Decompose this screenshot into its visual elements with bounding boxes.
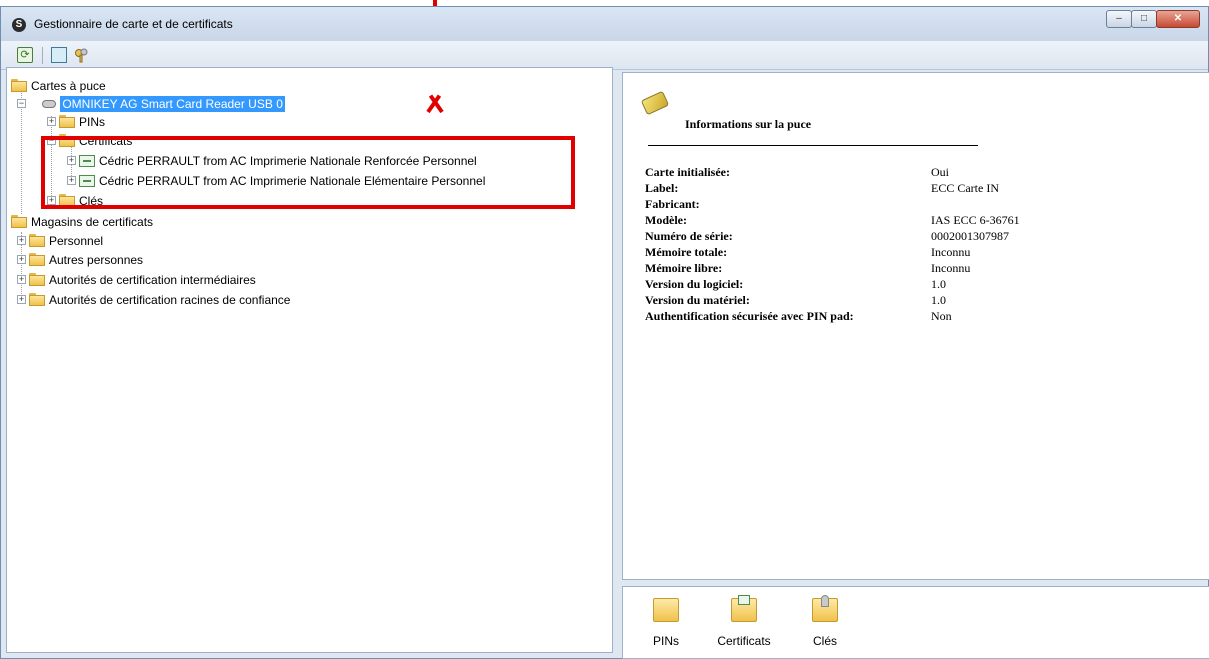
smart-chip-icon — [640, 90, 670, 116]
folder-icon — [59, 115, 75, 129]
tree-item-store-autres[interactable]: + Autres personnes — [17, 251, 143, 267]
maximize-button[interactable]: □ — [1131, 10, 1157, 28]
folder-icon — [11, 79, 27, 93]
folder-icon — [11, 215, 27, 229]
tree-item-reader[interactable]: − OMNIKEY AG Smart Card Reader USB 0 — [17, 95, 285, 112]
info-divider — [648, 145, 978, 146]
tree-item-store-personnel[interactable]: + Personnel — [17, 232, 103, 248]
pins-item[interactable]: PINs — [631, 595, 701, 648]
import-certificate-icon[interactable] — [51, 47, 67, 63]
info-title: Informations sur la puce — [685, 117, 812, 131]
window-controls: – □ ✕ — [1106, 10, 1200, 28]
tree-item-stores[interactable]: Magasins de certificats — [11, 213, 153, 229]
pins-folder-icon — [653, 595, 679, 623]
tree-item-store-racines[interactable]: + Autorités de certification racines de … — [17, 291, 290, 307]
info-row: Numéro de série: 0002001307987 — [645, 229, 1009, 243]
certificates-folder-icon — [731, 595, 757, 623]
folder-icon — [29, 273, 45, 287]
toolbar: ⟳ — [1, 41, 1208, 70]
folder-icon — [29, 234, 45, 248]
info-row: Carte initialisée: Oui — [645, 165, 949, 179]
info-row: Modèle: IAS ECC 6-36761 — [645, 213, 1020, 227]
keys-folder-icon — [812, 595, 838, 623]
title-bar: S Gestionnaire de carte et de certificat… — [1, 7, 1208, 41]
expand-icon[interactable]: + — [17, 255, 26, 264]
keys-item[interactable]: Clés — [790, 595, 860, 648]
annotation-highlight-box — [41, 136, 575, 209]
folder-icon — [29, 293, 45, 307]
expand-icon[interactable]: + — [17, 236, 26, 245]
info-row: Version du logiciel: 1.0 — [645, 277, 946, 291]
certificates-item[interactable]: Certificats — [709, 595, 779, 648]
info-row: Label: ECC Carte IN — [645, 181, 999, 195]
info-row: Fabricant: — [645, 197, 700, 211]
bottom-icon-pane: PINs Certificats Clés — [622, 586, 1209, 659]
minimize-button[interactable]: – — [1106, 10, 1132, 28]
info-row: Authentification sécurisée avec PIN pad:… — [645, 309, 952, 323]
window-title: Gestionnaire de carte et de certificats — [34, 17, 233, 31]
keys-icon[interactable] — [73, 47, 89, 63]
collapse-icon[interactable]: − — [17, 99, 26, 108]
tree-item-smartcards[interactable]: Cartes à puce — [11, 77, 106, 93]
tree-item-pins[interactable]: + PINs — [47, 113, 105, 129]
toolbar-separator — [42, 47, 43, 64]
tree-item-store-intermediaires[interactable]: + Autorités de certification intermédiai… — [17, 271, 256, 287]
info-row: Mémoire totale: Inconnu — [645, 245, 971, 259]
card-reader-icon — [42, 99, 57, 108]
folder-icon — [29, 253, 45, 267]
info-row: Version du matériel: 1.0 — [645, 293, 946, 307]
expand-icon[interactable]: + — [17, 295, 26, 304]
expand-icon[interactable]: + — [47, 117, 56, 126]
refresh-icon[interactable]: ⟳ — [17, 47, 33, 63]
app-icon: S — [12, 18, 26, 32]
close-button[interactable]: ✕ — [1156, 10, 1200, 28]
info-pane: Informations sur la puce Carte initialis… — [622, 72, 1209, 580]
expand-icon[interactable]: + — [17, 275, 26, 284]
info-row: Mémoire libre: Inconnu — [645, 261, 971, 275]
